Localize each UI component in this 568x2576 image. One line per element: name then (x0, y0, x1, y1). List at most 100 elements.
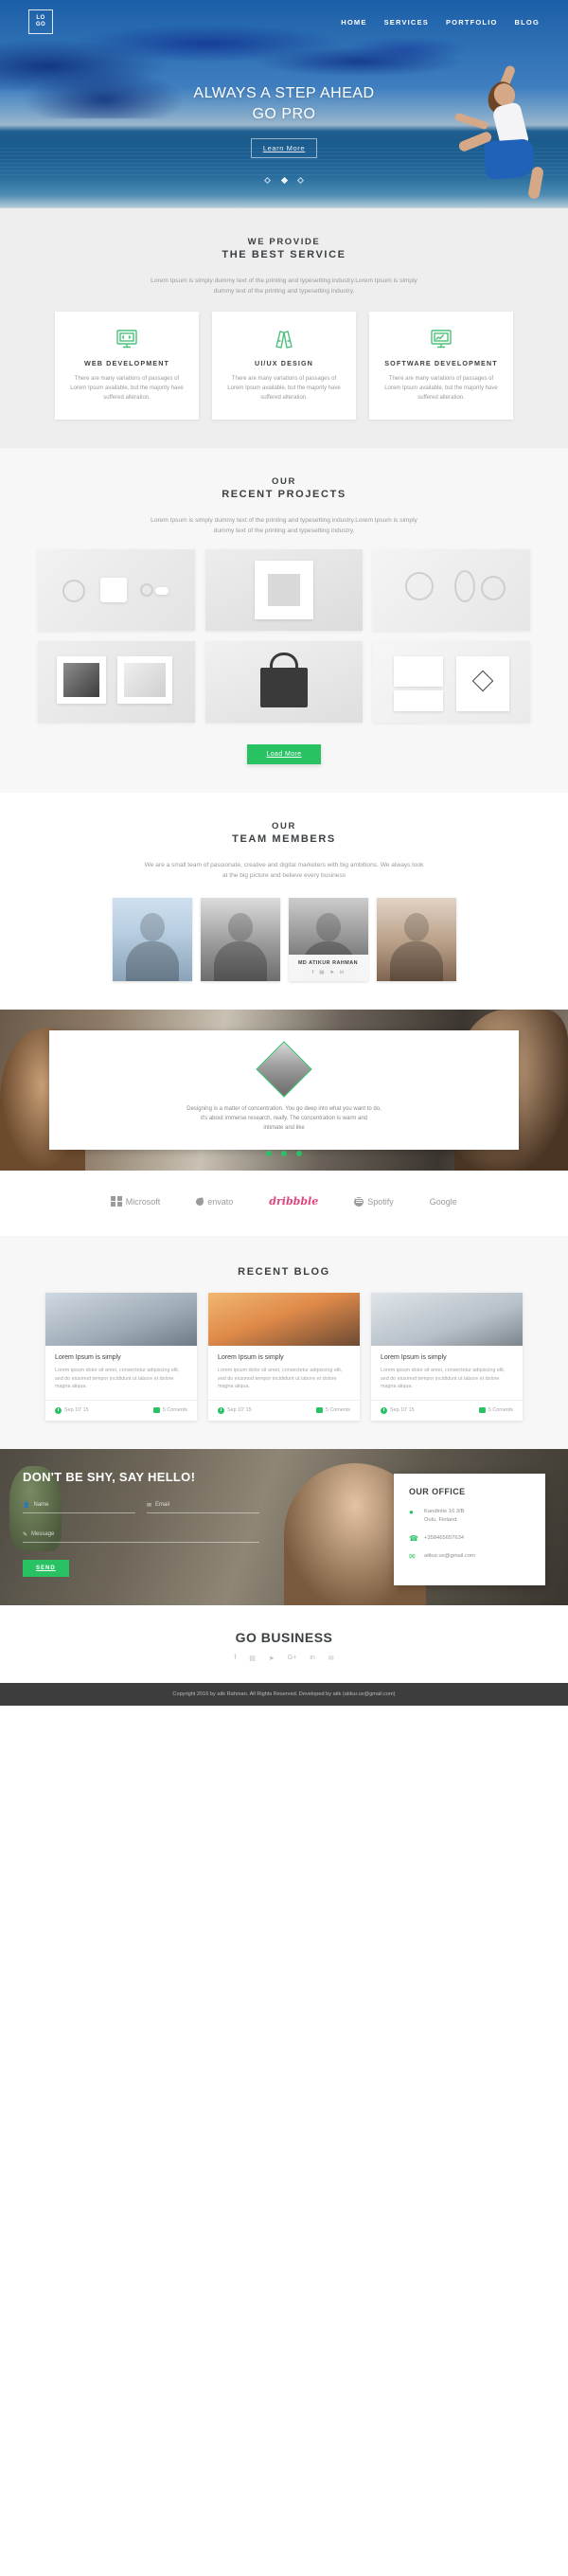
service-card-software-development[interactable]: SOFTWARE DEVELOPMENT There are many vari… (369, 312, 513, 420)
testimonial-card: Designing is a matter of concentration. … (49, 1030, 519, 1156)
team-member-card[interactable] (200, 898, 280, 981)
blog-title: Lorem Ipsum is simply (218, 1354, 284, 1361)
services-subtitle: Lorem Ipsum is simply dummy text of the … (151, 277, 417, 295)
carousel-dot-3[interactable] (296, 176, 304, 185)
testimonial-dot-1[interactable] (265, 1151, 272, 1156)
office-heading: OUR OFFICE (409, 1486, 466, 1496)
blog-comments: 5 Coments (488, 1407, 513, 1414)
blog-date: Sep 10' 15 (64, 1407, 89, 1414)
blog-comments: 5 Coments (325, 1407, 350, 1414)
user-icon: 👤 (23, 1502, 30, 1509)
projects-heading-line-2: RECENT PROJECTS (222, 489, 346, 500)
nav-item-home[interactable]: HOME (341, 18, 366, 27)
project-tile-photo-frames[interactable] (38, 641, 195, 723)
hero-title-line-1: ALWAYS A STEP AHEAD (193, 85, 375, 101)
carousel-dot-2[interactable] (280, 176, 288, 185)
service-card-text: There are many variations of passages of… (384, 376, 498, 401)
location-pin-icon: ● (409, 1507, 414, 1516)
footer-copyright: Copyright 2016 by atik Rahman. All Right… (0, 1682, 568, 1706)
team-member-card-highlighted[interactable]: MD ATIKUR RAHMAN f ▤ ➤ in (288, 898, 368, 981)
blog-meta: Sep 10' 15 5 Coments (208, 1399, 360, 1421)
service-card-title: SOFTWARE DEVELOPMENT (384, 359, 498, 367)
team-member-card[interactable] (376, 898, 456, 981)
office-info-card: OUR OFFICE ● Kandintie 16 3/B Oulu, Finla… (394, 1473, 545, 1585)
projects-subtitle: Lorem Ipsum is simply dummy text of the … (151, 517, 417, 534)
send-button[interactable]: SEND (23, 1559, 69, 1577)
project-tile-poster-mockup[interactable] (205, 549, 363, 631)
office-email[interactable]: atikur.ux@gmail.com (424, 1552, 475, 1561)
office-address-line-2: Oulu, Finland (424, 1516, 457, 1523)
blog-section: RECENT BLOG Lorem Ipsum is simply Lorem … (0, 1236, 568, 1449)
testimonial-dot-3[interactable] (296, 1151, 303, 1156)
team-members: MD ATIKUR RAHMAN f ▤ ➤ in (0, 898, 568, 981)
microsoft-squares-icon (111, 1195, 122, 1208)
client-logo-microsoft[interactable]: Microsoft (111, 1195, 161, 1208)
client-name: Microsoft (125, 1196, 161, 1207)
site-logo[interactable]: LO GO (28, 9, 53, 34)
blog-card[interactable]: Lorem Ipsum is simply Lorem ipsum dolor … (371, 1293, 523, 1421)
blog-card[interactable]: Lorem Ipsum is simply Lorem ipsum dolor … (45, 1293, 197, 1421)
nav-item-services[interactable]: SERVICES (384, 18, 429, 27)
spotify-circle-icon (354, 1196, 364, 1207)
twitter-icon[interactable]: ➤ (269, 1655, 275, 1662)
testimonial-dot-2[interactable] (281, 1151, 287, 1156)
blog-thumbnail (45, 1293, 197, 1346)
project-tile-earphones[interactable] (38, 549, 195, 631)
rss-icon[interactable]: ▤ (319, 970, 324, 975)
message-field[interactable]: ✎ Message (23, 1529, 259, 1543)
name-field[interactable]: 👤 Name (23, 1499, 135, 1513)
facebook-icon[interactable]: f (234, 1655, 236, 1662)
project-tile-headphones[interactable] (373, 549, 530, 631)
email-icon[interactable]: ✉ (328, 1655, 334, 1662)
hero-carousel-dots (0, 170, 568, 188)
office-phone-row: ☎ +358465657634 (409, 1534, 530, 1543)
client-logo-dribbble[interactable]: dribbble (269, 1195, 318, 1208)
carousel-dot-1[interactable] (264, 176, 272, 185)
load-more-button[interactable]: Load More (247, 744, 321, 764)
team-subtitle: We are a small team of passionate, creat… (144, 862, 424, 879)
team-member-overlay: MD ATIKUR RAHMAN f ▤ ➤ in (288, 955, 368, 981)
linkedin-icon[interactable]: in (310, 1655, 314, 1662)
nav-item-portfolio[interactable]: PORTFOLIO (446, 18, 498, 27)
testimonial-quote-line-1: Designing is a matter of concentration. … (186, 1106, 382, 1112)
client-logo-google[interactable]: Google (430, 1197, 457, 1207)
comment-icon (315, 1407, 323, 1414)
service-card-uiux-design[interactable]: UI/UX DESIGN There are many variations o… (212, 312, 356, 420)
team-heading-line-1: OUR (272, 821, 296, 832)
twitter-icon[interactable]: ➤ (329, 970, 334, 975)
office-phone[interactable]: +358465657634 (424, 1534, 464, 1543)
blog-excerpt: Lorem ipsum dolor sit amet, consectetur … (55, 1368, 180, 1390)
blog-heading-text: RECENT BLOG (238, 1266, 330, 1278)
linkedin-icon[interactable]: in (340, 970, 344, 975)
team-member-social-links: f ▤ ➤ in (289, 970, 368, 975)
service-card-title: UI/UX DESIGN (255, 359, 313, 367)
service-card-web-development[interactable]: WEB DEVELOPMENT There are many variation… (55, 312, 199, 420)
client-logo-spotify[interactable]: Spotify (354, 1196, 394, 1207)
client-name: Spotify (367, 1196, 394, 1207)
google-plus-icon[interactable]: G+ (288, 1655, 297, 1662)
logo-line-1: LO (36, 15, 45, 21)
pencil-ruler-icon (225, 327, 343, 351)
email-field[interactable]: ✉ Email (147, 1499, 259, 1513)
blog-comments: 5 Coments (162, 1407, 187, 1414)
nav-item-blog[interactable]: BLOG (515, 18, 540, 27)
projects-section: OUR RECENT PROJECTS Lorem Ipsum is simpl… (0, 448, 568, 793)
testimonial-avatar (256, 1041, 312, 1098)
learn-more-button[interactable]: Learn More (250, 138, 318, 158)
comment-icon (152, 1407, 160, 1414)
blog-excerpt: Lorem ipsum dolor sit amet, consectetur … (381, 1368, 506, 1390)
blog-card[interactable]: Lorem Ipsum is simply Lorem ipsum dolor … (208, 1293, 360, 1421)
rss-icon[interactable]: ▤ (249, 1655, 256, 1662)
footer-brand-section: GO BUSINESS f ▤ ➤ G+ in ✉ (0, 1604, 568, 1683)
office-address-row: ● Kandintie 16 3/B Oulu, Finland (409, 1508, 530, 1525)
blog-heading: RECENT BLOG (0, 1266, 568, 1278)
client-logo-envato[interactable]: envato (195, 1197, 233, 1207)
facebook-icon[interactable]: f (312, 970, 314, 975)
project-tile-business-cards[interactable] (373, 641, 530, 723)
service-card-text: There are many variations of passages of… (70, 376, 184, 401)
team-section: OUR TEAM MEMBERS We are a small team of … (0, 793, 568, 1010)
team-member-card[interactable] (112, 898, 192, 981)
logo-line-2: GO (35, 22, 46, 27)
comment-icon (478, 1407, 486, 1414)
project-tile-tote-bag[interactable] (205, 641, 363, 723)
